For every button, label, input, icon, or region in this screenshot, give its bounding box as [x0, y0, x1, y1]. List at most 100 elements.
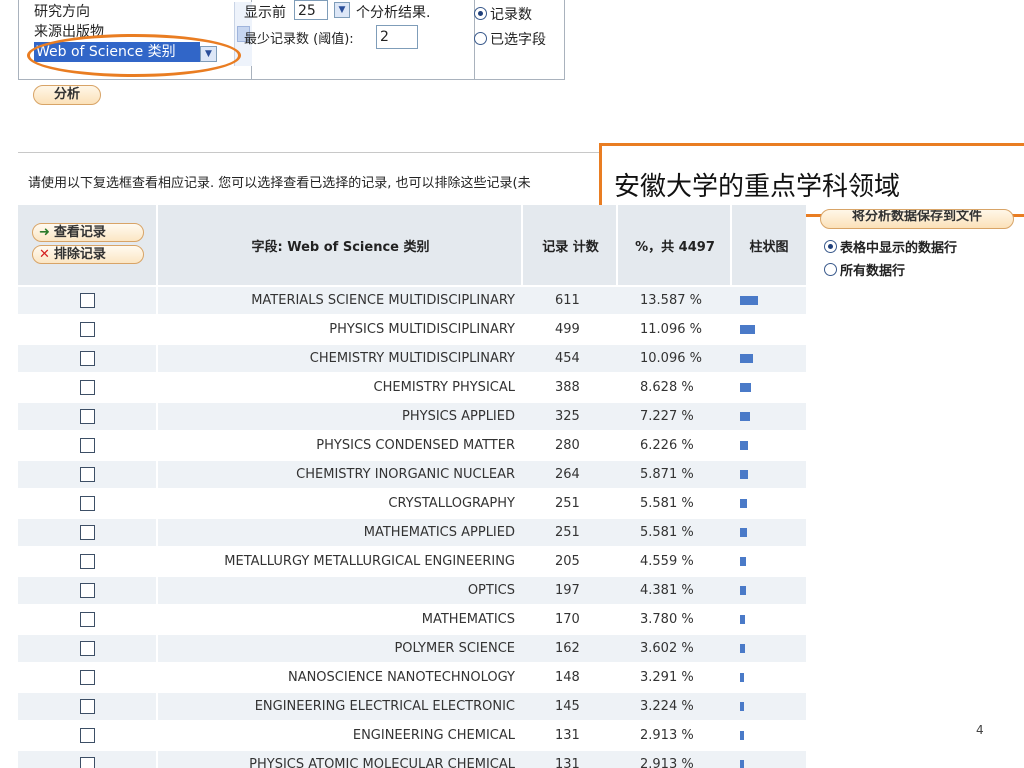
show-top-input[interactable]: 25 [294, 0, 328, 20]
radio-selected-icon[interactable] [474, 7, 487, 20]
bar-cell [732, 432, 806, 459]
record-percent: 4.559 % [640, 554, 694, 569]
row-checkbox[interactable] [80, 409, 95, 424]
exclude-records-button[interactable]: ✕ 排除记录 [32, 245, 144, 264]
save-to-file-button[interactable]: 将分析数据保存到文件 [820, 209, 1014, 229]
table-row: PHYSICS ATOMIC MOLECULAR CHEMICAL 131 2.91… [18, 751, 806, 768]
bar-chart-bar [740, 615, 745, 624]
bar-cell [732, 635, 806, 662]
callout-text: 安徽大学的重点学科领域 [614, 172, 901, 202]
record-percent: 2.913 % [640, 728, 694, 743]
bar-chart-bar [740, 760, 744, 768]
record-count: 205 [555, 554, 580, 569]
field-name: PHYSICS CONDENSED MATTER [316, 438, 515, 453]
field-name: MATERIALS SCIENCE MULTIDISCIPLINARY [158, 287, 523, 314]
select-cell [18, 548, 156, 575]
bar-chart-bar [740, 731, 744, 740]
select-cell [18, 461, 156, 488]
record-count: 264 [523, 461, 618, 488]
bar-cell [732, 316, 806, 343]
bar-chart-bar [740, 470, 748, 479]
record-percent: 3.224 % [618, 693, 732, 720]
row-checkbox[interactable] [80, 525, 95, 540]
column-header-count[interactable]: 记录 计数 [523, 205, 618, 285]
row-checkbox[interactable] [80, 641, 95, 656]
highlight-oval [27, 34, 241, 77]
column-header-field[interactable]: 字段: Web of Science 类别 [158, 205, 523, 285]
table-row: MATHEMATICS APPLIED 251 5.581 % [18, 519, 806, 548]
row-checkbox[interactable] [80, 380, 95, 395]
row-checkbox[interactable] [80, 728, 95, 743]
bar-cell [732, 461, 806, 488]
table-row: PHYSICS CONDENSED MATTER 280 6.226 % [18, 432, 806, 461]
save-option-displayed-rows[interactable]: 表格中显示的数据行 [824, 237, 957, 256]
bar-chart-bar [740, 325, 755, 334]
row-checkbox[interactable] [80, 612, 95, 627]
chevron-down-icon[interactable]: ▼ [334, 2, 350, 18]
field-name: PHYSICS ATOMIC MOLECULAR CHEMICAL [158, 751, 523, 768]
select-cell [18, 490, 156, 517]
record-count: 388 [555, 380, 580, 395]
record-percent: 4.381 % [618, 577, 732, 604]
row-checkbox[interactable] [80, 757, 95, 768]
field-name: PHYSICS MULTIDISCIPLINARY [329, 322, 515, 337]
row-checkbox[interactable] [80, 554, 95, 569]
select-cell [18, 635, 156, 662]
table-row: PHYSICS MULTIDISCIPLINARY 499 11.096 % [18, 316, 806, 345]
bar-chart-bar [740, 296, 758, 305]
bar-cell [732, 751, 806, 768]
instructions-text: 请使用以下复选框查看相应记录. 您可以选择查看已选择的记录, 也可以排除这些记录… [28, 176, 531, 191]
record-count: 325 [523, 403, 618, 430]
bar-cell [732, 519, 806, 546]
table-row: NANOSCIENCE NANOTECHNOLOGY 148 3.291 % [18, 664, 806, 693]
record-count: 251 [555, 496, 580, 511]
radio-selected-icon[interactable] [824, 240, 837, 253]
select-cell [18, 287, 156, 314]
show-top-label: 显示前 [244, 5, 286, 21]
bar-chart-bar [740, 644, 745, 653]
table-row: ENGINEERING ELECTRICAL ELECTRONIC 145 3.22… [18, 693, 806, 722]
min-records-input[interactable]: 2 [376, 25, 418, 49]
row-checkbox[interactable] [80, 496, 95, 511]
bar-cell [732, 374, 806, 401]
field-name: ENGINEERING CHEMICAL [352, 728, 515, 743]
field-option[interactable]: 研究方向 [34, 2, 218, 22]
save-analysis-panel: 将分析数据保存到文件 表格中显示的数据行 所有数据行 [818, 205, 1024, 285]
row-checkbox[interactable] [80, 322, 95, 337]
row-checkbox[interactable] [80, 351, 95, 366]
row-checkbox[interactable] [80, 699, 95, 714]
record-count: 499 [555, 322, 580, 337]
select-cell [18, 432, 156, 459]
select-cell [18, 403, 156, 430]
row-checkbox[interactable] [80, 583, 95, 598]
table-row: OPTICS 197 4.381 % [18, 577, 806, 606]
select-cell [18, 374, 156, 401]
table-row: CHEMISTRY MULTIDISCIPLINARY 454 10.096 % [18, 345, 806, 374]
table-row: CRYSTALLOGRAPHY 251 5.581 % [18, 490, 806, 519]
analyze-button[interactable]: 分析 [33, 85, 101, 105]
row-checkbox[interactable] [80, 467, 95, 482]
save-option-all-rows[interactable]: 所有数据行 [824, 260, 905, 279]
radio-icon[interactable] [824, 263, 837, 276]
record-count: 170 [555, 612, 580, 627]
row-checkbox[interactable] [80, 293, 95, 308]
record-percent: 7.227 % [618, 403, 732, 430]
row-checkbox[interactable] [80, 438, 95, 453]
record-percent: 3.602 % [618, 635, 732, 662]
record-count: 148 [555, 670, 580, 685]
record-percent: 5.581 % [618, 519, 732, 546]
bar-chart-bar [740, 412, 750, 421]
bar-cell [732, 577, 806, 604]
show-top-suffix: 个分析结果. [356, 5, 431, 21]
page-number: 4 [976, 723, 984, 737]
sort-option-field[interactable]: 已选字段 [474, 29, 546, 49]
sort-option-records[interactable]: 记录数 [474, 4, 532, 24]
field-name: CHEMISTRY PHYSICAL [373, 380, 515, 395]
row-checkbox[interactable] [80, 670, 95, 685]
record-percent: 13.587 % [618, 287, 732, 314]
results-table-body: MATERIALS SCIENCE MULTIDISCIPLINARY 611 13… [18, 287, 806, 768]
view-records-button[interactable]: ➜ 查看记录 [32, 223, 144, 242]
record-count: 280 [555, 438, 580, 453]
bar-chart-bar [740, 528, 747, 537]
radio-icon[interactable] [474, 32, 487, 45]
